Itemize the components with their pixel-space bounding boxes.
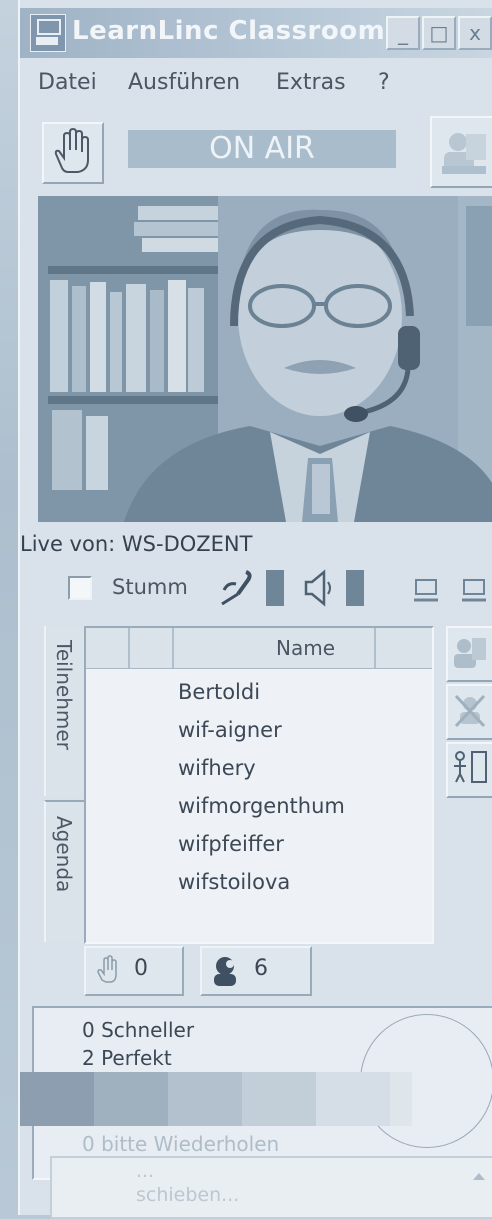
feedback-wiederholen[interactable]: 0 bitte Wiederholen [82, 1132, 279, 1156]
chat-input[interactable]: ... schieben... [50, 1156, 492, 1219]
remove-participant-button[interactable] [446, 684, 492, 740]
feedback-perfekt[interactable]: 2 Perfekt [82, 1046, 172, 1070]
raised-hands-counter: 0 [84, 946, 184, 996]
monitor-small-icon-2[interactable] [460, 574, 490, 604]
list-item[interactable]: wifmorgenthum [178, 794, 345, 818]
list-item[interactable]: wifstoilova [178, 870, 290, 894]
person-online-icon [214, 957, 236, 986]
presenter-icon [442, 133, 486, 174]
learnlinc-window: LearnLinc Classroom _ □ x Datei Ausführe… [18, 0, 492, 1219]
menu-help[interactable]: ? [378, 70, 390, 95]
column-status[interactable] [86, 628, 130, 668]
tab-teilnehmer-label: Teilnehmer [52, 640, 76, 750]
live-video [38, 196, 492, 522]
list-item[interactable]: Bertoldi [178, 680, 260, 704]
menu-ausfuehren[interactable]: Ausführen [128, 70, 240, 95]
mute-checkbox[interactable] [68, 576, 92, 600]
title-bar[interactable]: LearnLinc Classroom _ □ x [20, 8, 492, 58]
column-name-label: Name [276, 636, 336, 660]
menu-extras[interactable]: Extras [276, 70, 346, 95]
hand-small-icon [97, 955, 117, 983]
chat-line-2: schieben... [136, 1184, 240, 1206]
group-icon [454, 638, 486, 668]
remove-user-icon [454, 694, 486, 728]
learnlinc-app-icon [30, 14, 66, 52]
presenter-video-frame [38, 196, 492, 522]
microphone-icon [221, 570, 252, 606]
participant-list-header: Name [86, 628, 432, 669]
maximize-button[interactable]: □ [422, 16, 456, 50]
online-counter: 6 [200, 946, 312, 996]
on-air-indicator: ON AIR [128, 130, 396, 168]
hand-icon [54, 127, 89, 173]
exit-door-icon [454, 751, 487, 783]
menu-bar: Datei Ausführen Extras ? [20, 66, 492, 100]
group-button[interactable] [446, 626, 492, 682]
raise-hand-button[interactable] [42, 122, 104, 184]
speaker-icon [304, 569, 331, 607]
mute-label: Stumm [112, 575, 188, 599]
list-item[interactable]: wif-aigner [178, 718, 282, 742]
menu-datei[interactable]: Datei [38, 70, 97, 95]
presenter-button[interactable] [430, 116, 492, 188]
monitor-small-icon[interactable] [412, 574, 442, 604]
participant-list[interactable]: Name Bertoldi wif-aigner wifhery wifmorg… [84, 626, 434, 944]
raised-hands-count: 0 [134, 956, 148, 981]
list-item[interactable]: wifpfeiffer [178, 832, 284, 856]
pixelated-overlay [20, 1072, 412, 1126]
window-title: LearnLinc Classroom [72, 16, 386, 46]
microphone-level-meter [266, 570, 284, 606]
chat-line-1: ... [136, 1160, 155, 1182]
online-count: 6 [254, 956, 268, 981]
column-audio[interactable] [130, 628, 174, 668]
exit-door-button[interactable] [446, 742, 492, 798]
minimize-button[interactable]: _ [386, 16, 420, 50]
scroll-up-icon[interactable] [470, 1168, 488, 1186]
feedback-schneller[interactable]: 0 Schneller [82, 1018, 194, 1042]
live-source-label: Live von: WS-DOZENT [20, 532, 253, 556]
column-name[interactable]: Name [174, 628, 376, 668]
close-button[interactable]: x [458, 16, 492, 50]
speaker-level-meter [346, 570, 364, 606]
tab-agenda-label: Agenda [52, 816, 76, 893]
list-item[interactable]: wifhery [178, 756, 256, 780]
